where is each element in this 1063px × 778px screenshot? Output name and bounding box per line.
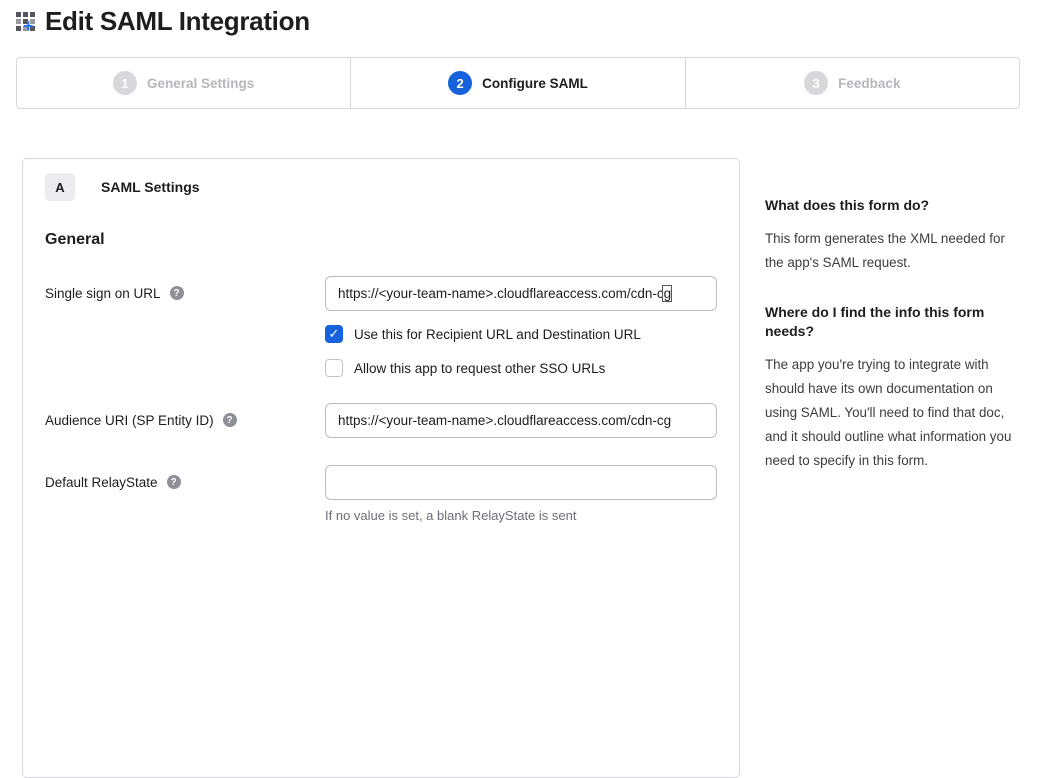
- step-label: Feedback: [838, 76, 900, 91]
- sidebar-question-2: Where do I find the info this form needs…: [765, 303, 1018, 341]
- help-icon[interactable]: ?: [223, 413, 237, 427]
- recipient-url-checkbox[interactable]: ✓: [325, 325, 343, 343]
- panel-header: A SAML Settings: [45, 173, 717, 201]
- sso-url-label: Single sign on URL: [45, 286, 161, 301]
- page-title: Edit SAML Integration: [45, 6, 310, 37]
- step-number-badge: 1: [113, 71, 137, 95]
- recipient-url-checkbox-row[interactable]: ✓ Use this for Recipient URL and Destina…: [325, 325, 717, 343]
- other-sso-urls-checkbox-label: Allow this app to request other SSO URLs: [354, 361, 605, 376]
- recipient-url-checkbox-label: Use this for Recipient URL and Destinati…: [354, 327, 641, 342]
- help-icon[interactable]: ?: [170, 286, 184, 300]
- help-sidebar: What does this form do? This form genera…: [765, 196, 1018, 501]
- sso-url-row: Single sign on URL ? https://<your-team-…: [45, 276, 717, 377]
- relay-state-row: Default RelayState ? If no value is set,…: [45, 465, 717, 523]
- other-sso-urls-checkbox[interactable]: [325, 359, 343, 377]
- sidebar-answer-2: The app you're trying to integrate with …: [765, 353, 1018, 473]
- sidebar-question-1: What does this form do?: [765, 196, 1018, 215]
- step-general-settings[interactable]: 1 General Settings: [17, 58, 350, 108]
- help-icon[interactable]: ?: [167, 475, 181, 489]
- step-number-badge: 3: [804, 71, 828, 95]
- step-label: Configure SAML: [482, 76, 588, 91]
- section-title: SAML Settings: [101, 179, 200, 195]
- group-heading-general: General: [45, 231, 717, 249]
- sso-url-input[interactable]: https://<your-team-name>.cloudflareacces…: [325, 276, 717, 311]
- step-label: General Settings: [147, 76, 254, 91]
- sidebar-answer-1: This form generates the XML needed for t…: [765, 227, 1018, 275]
- step-tabs: 1 General Settings 2 Configure SAML 3 Fe…: [16, 57, 1020, 109]
- relay-state-label: Default RelayState: [45, 475, 158, 490]
- page-header: + Edit SAML Integration: [15, 6, 310, 37]
- step-number-badge: 2: [448, 71, 472, 95]
- audience-uri-value: https://<your-team-name>.cloudflareacces…: [338, 413, 671, 428]
- section-badge: A: [45, 173, 75, 201]
- saml-settings-panel: A SAML Settings General Single sign on U…: [22, 158, 740, 778]
- audience-uri-row: Audience URI (SP Entity ID) ? https://<y…: [45, 403, 717, 438]
- step-feedback[interactable]: 3 Feedback: [685, 58, 1019, 108]
- audience-uri-input[interactable]: https://<your-team-name>.cloudflareacces…: [325, 403, 717, 438]
- audience-uri-label: Audience URI (SP Entity ID): [45, 413, 214, 428]
- relay-state-input[interactable]: [325, 465, 717, 500]
- relay-state-helper-text: If no value is set, a blank RelayState i…: [325, 508, 717, 523]
- app-grid-plus-icon: +: [15, 8, 42, 35]
- other-sso-urls-checkbox-row[interactable]: Allow this app to request other SSO URLs: [325, 359, 717, 377]
- step-configure-saml[interactable]: 2 Configure SAML: [350, 58, 684, 108]
- text-cursor: [662, 285, 672, 302]
- sso-url-value: https://<your-team-name>.cloudflareacces…: [338, 286, 671, 301]
